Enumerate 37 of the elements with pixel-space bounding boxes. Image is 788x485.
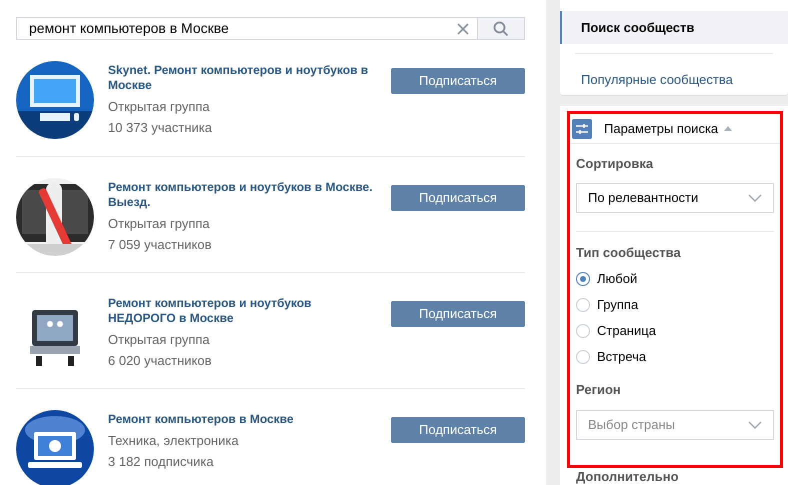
group-category: Техника, электроника	[108, 432, 240, 450]
clear-icon[interactable]	[457, 22, 469, 34]
group-category: Открытая группа	[108, 98, 211, 116]
member-count: 7 059 участников	[108, 236, 213, 254]
collapse-caret-icon[interactable]	[724, 126, 732, 131]
group-category: Открытая группа	[108, 215, 211, 233]
search-field[interactable]: ремонт компьютеров в Москве	[16, 17, 478, 40]
member-count: 3 182 подписчика	[108, 453, 215, 471]
sliders-icon	[572, 118, 592, 138]
group-title-link[interactable]: Ремонт компьютеров и ноутбуков в Москве. Выезд.	[108, 178, 380, 213]
type-radio[interactable]: Группа	[576, 292, 774, 318]
search-icon	[493, 20, 509, 36]
region-label: Регион	[576, 381, 622, 399]
member-count: 6 020 участников	[108, 352, 213, 370]
type-radio[interactable]: Встреча	[576, 344, 774, 370]
search-button[interactable]	[478, 17, 525, 40]
subscribe-button[interactable]: Подписаться	[391, 417, 525, 443]
group-title-link[interactable]: Skynet. Ремонт компьютеров и ноутбуков в Москве	[108, 61, 380, 96]
subscribe-button[interactable]: Подписаться	[391, 185, 525, 211]
type-label: Тип сообщества	[576, 244, 682, 262]
country-select[interactable]: Выбор страны	[576, 410, 774, 440]
member-count: 10 373 участника	[108, 119, 213, 137]
group-title-link[interactable]: Ремонт компьютеров и ноутбуков НЕДОРОГО в Москве	[108, 294, 380, 329]
group-title-link[interactable]: Ремонт компьютеров в Москве	[108, 410, 380, 430]
subscribe-button[interactable]: Подписаться	[391, 68, 525, 94]
more-label: Дополнительно	[575, 469, 680, 485]
filters-title[interactable]: Параметры поиска	[604, 118, 718, 138]
chevron-down-icon	[748, 421, 762, 429]
group-category: Открытая группа	[108, 331, 211, 349]
sort-select[interactable]: По релевантности	[576, 183, 774, 213]
nav-item[interactable]: Популярные сообщества	[560, 63, 788, 96]
chevron-down-icon	[748, 194, 762, 202]
nav-item[interactable]: Поиск сообществ	[560, 11, 788, 44]
subscribe-button[interactable]: Подписаться	[391, 301, 525, 327]
type-radio[interactable]: Любой	[576, 266, 774, 292]
sort-label: Сортировка	[576, 155, 654, 173]
type-radio[interactable]: Страница	[576, 318, 774, 344]
